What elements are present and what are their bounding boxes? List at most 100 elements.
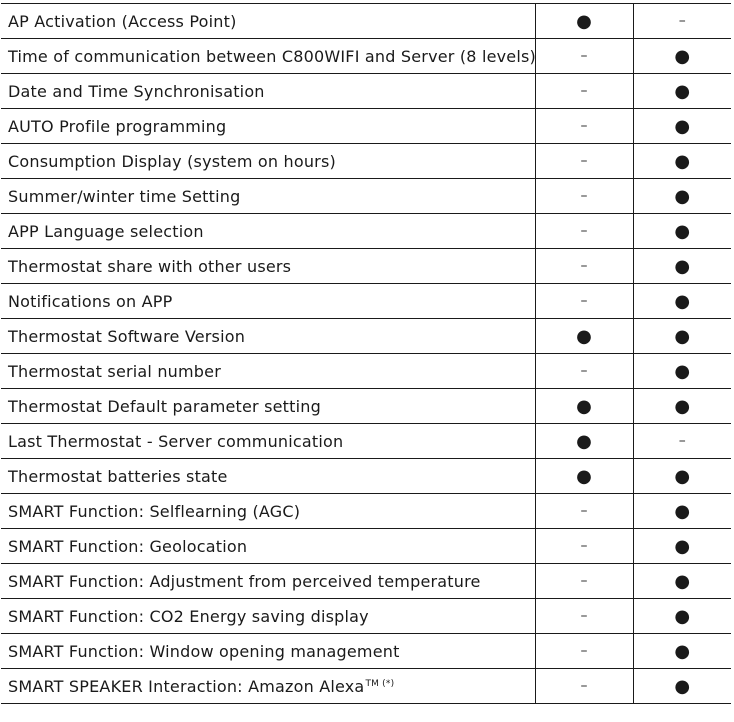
feature-label: SMART Function: CO2 Energy saving displa…	[8, 606, 369, 626]
not-supported-dash: –	[535, 248, 634, 284]
feature-label: Date and Time Synchronisation	[8, 81, 265, 101]
feature-name: SMART Function: Adjustment from perceive…	[1, 563, 536, 599]
feature-name: Thermostat batteries state	[1, 458, 536, 494]
supported-dot: ●	[633, 598, 731, 634]
not-supported-dash: –	[535, 213, 634, 249]
not-supported-dash: –	[535, 563, 634, 599]
supported-dot: ●	[633, 668, 731, 704]
supported-dot: ●	[633, 38, 731, 74]
feature-name: SMART Function: Geolocation	[1, 528, 536, 564]
feature-label: SMART Function: Adjustment from perceive…	[8, 571, 481, 591]
feature-label: Thermostat Default parameter setting	[8, 396, 321, 416]
not-supported-dash: –	[535, 143, 634, 179]
feature-name: SMART Function: CO2 Energy saving displa…	[1, 598, 536, 634]
table-row: Thermostat Default parameter setting ● ●	[1, 388, 731, 424]
supported-dot: ●	[633, 178, 731, 214]
not-supported-dash: –	[535, 633, 634, 669]
supported-dot: ●	[633, 283, 731, 319]
feature-name: AP Activation (Access Point)	[1, 3, 536, 39]
table-row: Thermostat Software Version ● ●	[1, 318, 731, 354]
supported-dot: ●	[633, 493, 731, 529]
table-row: Notifications on APP – ●	[1, 283, 731, 319]
feature-label: Thermostat share with other users	[8, 256, 292, 276]
table-row: Date and Time Synchronisation – ●	[1, 73, 731, 109]
not-supported-dash: –	[535, 598, 634, 634]
supported-dot: ●	[535, 388, 634, 424]
supported-dot: ●	[633, 213, 731, 249]
table-row: Thermostat serial number – ●	[1, 353, 731, 389]
feature-name: Time of communication between C800WIFI a…	[1, 38, 536, 74]
feature-name: Date and Time Synchronisation	[1, 73, 536, 109]
feature-name: Thermostat share with other users	[1, 248, 536, 284]
supported-dot: ●	[535, 318, 634, 354]
table-row: SMART Function: Selflearning (AGC) – ●	[1, 493, 731, 529]
not-supported-dash: –	[535, 38, 634, 74]
feature-label: Thermostat batteries state	[8, 466, 228, 486]
table-row: Consumption Display (system on hours) – ●	[1, 143, 731, 179]
not-supported-dash: –	[535, 178, 634, 214]
supported-dot: ●	[633, 73, 731, 109]
table-row: AUTO Profile programming – ●	[1, 108, 731, 144]
supported-dot: ●	[633, 563, 731, 599]
not-supported-dash: –	[535, 283, 634, 319]
trademark-footnote: TM (*)	[365, 678, 395, 689]
table-row: SMART Function: Geolocation – ●	[1, 528, 731, 564]
table-row: SMART Function: CO2 Energy saving displa…	[1, 598, 731, 634]
feature-label: Last Thermostat - Server communication	[8, 431, 344, 451]
table-row: APP Language selection – ●	[1, 213, 731, 249]
supported-dot: ●	[535, 458, 634, 494]
feature-name: Summer/winter time Setting	[1, 178, 536, 214]
table-body: AP Activation (Access Point) ● – Time of co…	[1, 3, 731, 704]
feature-label: Time of communication between C800WIFI a…	[8, 46, 536, 66]
table-row: AP Activation (Access Point) ● –	[1, 3, 731, 39]
feature-label: SMART Function: Geolocation	[8, 536, 248, 556]
table-row: Thermostat batteries state ● ●	[1, 458, 731, 494]
supported-dot: ●	[633, 388, 731, 424]
feature-name: Notifications on APP	[1, 283, 536, 319]
feature-label: SMART Function: Window opening managemen…	[8, 641, 400, 661]
not-supported-dash: –	[633, 3, 731, 39]
feature-name: Thermostat Default parameter setting	[1, 388, 536, 424]
table-row: Summer/winter time Setting – ●	[1, 178, 731, 214]
supported-dot: ●	[633, 248, 731, 284]
supported-dot: ●	[633, 633, 731, 669]
feature-label: AP Activation (Access Point)	[8, 11, 237, 31]
feature-name: Thermostat serial number	[1, 353, 536, 389]
supported-dot: ●	[535, 423, 634, 459]
feature-comparison-table: AP Activation (Access Point) ● – Time of co…	[1, 3, 731, 704]
not-supported-dash: –	[535, 353, 634, 389]
supported-dot: ●	[633, 528, 731, 564]
table-row: Time of communication between C800WIFI a…	[1, 38, 731, 74]
feature-label: SMART Function: Selflearning (AGC)	[8, 501, 301, 521]
feature-label: Summer/winter time Setting	[8, 186, 241, 206]
feature-label: AUTO Profile programming	[8, 116, 227, 136]
table-row: SMART Function: Window opening managemen…	[1, 633, 731, 669]
supported-dot: ●	[633, 108, 731, 144]
not-supported-dash: –	[535, 493, 634, 529]
feature-name: Consumption Display (system on hours)	[1, 143, 536, 179]
feature-name: SMART Function: Window opening managemen…	[1, 633, 536, 669]
table-row: SMART SPEAKER Interaction: Amazon AlexaT…	[1, 668, 731, 704]
supported-dot: ●	[633, 318, 731, 354]
feature-name: Last Thermostat - Server communication	[1, 423, 536, 459]
feature-label: SMART SPEAKER Interaction: Amazon Alexa	[8, 676, 365, 696]
supported-dot: ●	[633, 458, 731, 494]
table-row: Thermostat share with other users – ●	[1, 248, 731, 284]
supported-dot: ●	[633, 353, 731, 389]
feature-label: Notifications on APP	[8, 291, 173, 311]
supported-dot: ●	[633, 143, 731, 179]
supported-dot: ●	[535, 3, 634, 39]
not-supported-dash: –	[535, 73, 634, 109]
feature-label: Thermostat serial number	[8, 361, 221, 381]
feature-label: Consumption Display (system on hours)	[8, 151, 336, 171]
feature-name: SMART SPEAKER Interaction: Amazon AlexaT…	[1, 668, 536, 704]
feature-name: SMART Function: Selflearning (AGC)	[1, 493, 536, 529]
table-row: SMART Function: Adjustment from perceive…	[1, 563, 731, 599]
not-supported-dash: –	[535, 528, 634, 564]
not-supported-dash: –	[633, 423, 731, 459]
feature-name: APP Language selection	[1, 213, 536, 249]
table-row: Last Thermostat - Server communication ● –	[1, 423, 731, 459]
not-supported-dash: –	[535, 668, 634, 704]
feature-label: APP Language selection	[8, 221, 204, 241]
feature-name: AUTO Profile programming	[1, 108, 536, 144]
